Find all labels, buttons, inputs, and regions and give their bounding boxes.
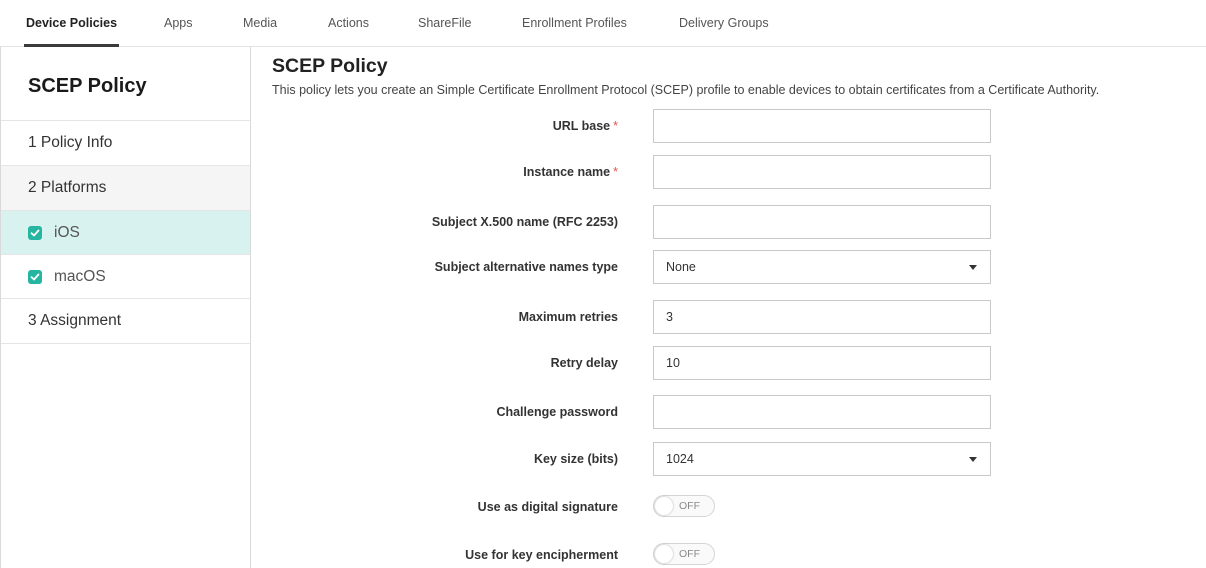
selected-value: None: [666, 260, 696, 274]
key-size-select[interactable]: 1024: [653, 442, 991, 476]
subject-x500-input[interactable]: [653, 205, 991, 239]
selected-value: 1024: [666, 452, 694, 466]
key-encipherment-toggle[interactable]: OFF: [653, 543, 715, 565]
sidebar-item-ios[interactable]: iOS: [1, 211, 250, 255]
macos-checkbox[interactable]: [28, 269, 42, 284]
sidebar-item-platforms[interactable]: 2 Platforms: [1, 166, 250, 211]
tab-actions[interactable]: Actions: [328, 0, 369, 46]
url-base-label: URL base *: [552, 119, 618, 133]
row-instance-name: Instance name *: [272, 155, 1192, 189]
toggle-knob: [655, 497, 673, 515]
page-title: SCEP Policy: [272, 55, 388, 77]
key-size-label: Key size (bits): [533, 452, 618, 466]
row-challenge-password: Challenge password: [272, 395, 1192, 429]
row-max-retries: Maximum retries: [272, 300, 1192, 334]
required-marker: *: [613, 119, 618, 133]
retry-delay-label: Retry delay: [550, 356, 618, 370]
row-key-size: Key size (bits) 1024: [272, 442, 1192, 476]
check-icon: [30, 273, 40, 280]
ios-checkbox[interactable]: [28, 225, 42, 240]
caret-down-icon: [969, 265, 977, 270]
sidebar-item-assignment[interactable]: 3 Assignment: [1, 299, 250, 344]
sidebar-item-policy-info[interactable]: 1 Policy Info: [1, 121, 250, 166]
row-url-base: URL base *: [272, 109, 1192, 143]
sidebar-title: SCEP Policy: [1, 47, 250, 121]
instance-name-input[interactable]: [653, 155, 991, 189]
row-subject-x500: Subject X.500 name (RFC 2253): [272, 205, 1192, 239]
tab-media[interactable]: Media: [243, 0, 277, 46]
digital-signature-label: Use as digital signature: [477, 500, 618, 514]
tab-apps[interactable]: Apps: [164, 0, 193, 46]
key-encipherment-label: Use for key encipherment: [465, 548, 618, 562]
sidebar-item-macos[interactable]: macOS: [1, 255, 250, 299]
required-marker: *: [613, 165, 618, 179]
sidebar-item-label: macOS: [54, 268, 106, 285]
digital-signature-toggle[interactable]: OFF: [653, 495, 715, 517]
retry-delay-input[interactable]: [653, 346, 991, 380]
row-retry-delay: Retry delay: [272, 346, 1192, 380]
tab-sharefile[interactable]: ShareFile: [418, 0, 472, 46]
tab-device-policies[interactable]: Device Policies: [23, 0, 120, 47]
row-digital-signature: Use as digital signature OFF: [272, 490, 1192, 524]
sidebar-item-label: iOS: [54, 224, 80, 241]
challenge-password-label: Challenge password: [496, 405, 618, 419]
row-key-encipherment: Use for key encipherment OFF: [272, 538, 1192, 568]
wizard-sidebar: SCEP Policy 1 Policy Info 2 Platforms iO…: [0, 47, 251, 568]
max-retries-input[interactable]: [653, 300, 991, 334]
challenge-password-input[interactable]: [653, 395, 991, 429]
toggle-state: OFF: [679, 548, 700, 560]
row-subject-alt-type: Subject alternative names type None: [272, 250, 1192, 284]
toggle-state: OFF: [679, 500, 700, 512]
tab-enrollment-profiles[interactable]: Enrollment Profiles: [522, 0, 627, 46]
caret-down-icon: [969, 457, 977, 462]
url-base-input[interactable]: [653, 109, 991, 143]
subject-alt-type-label: Subject alternative names type: [434, 260, 618, 274]
top-navigation: Device Policies Apps Media Actions Share…: [0, 0, 1206, 47]
toggle-knob: [655, 545, 673, 563]
instance-name-label: Instance name *: [523, 165, 618, 179]
page-description: This policy lets you create an Simple Ce…: [272, 83, 1100, 97]
subject-x500-label: Subject X.500 name (RFC 2253): [431, 215, 618, 229]
subject-alt-type-select[interactable]: None: [653, 250, 991, 284]
policy-form: SCEP Policy This policy lets you create …: [272, 54, 1192, 565]
max-retries-label: Maximum retries: [518, 310, 618, 324]
tab-delivery-groups[interactable]: Delivery Groups: [679, 0, 769, 46]
check-icon: [30, 229, 40, 236]
